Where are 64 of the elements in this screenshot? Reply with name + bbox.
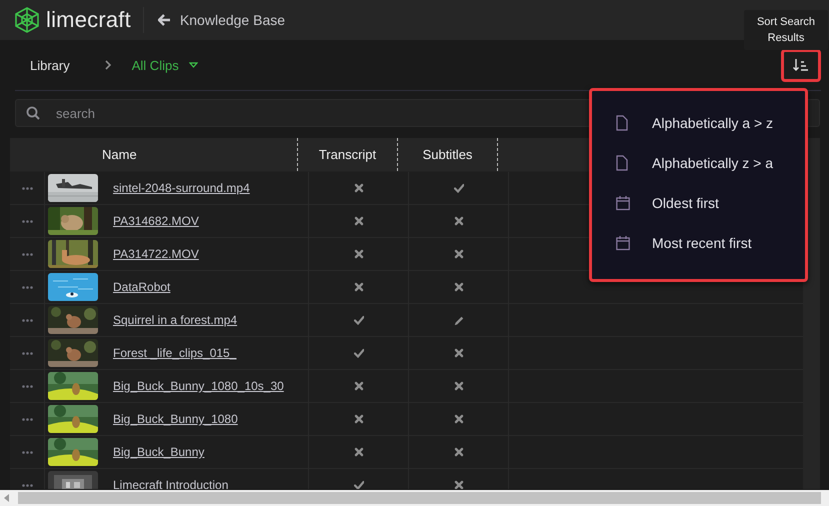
back-arrow-icon — [158, 14, 171, 26]
calendar-icon — [616, 195, 630, 211]
cross-icon — [454, 381, 464, 391]
horizontal-scrollbar[interactable] — [0, 490, 829, 506]
column-header[interactable]: Transcript — [297, 138, 397, 171]
clip-link[interactable]: Big_Buck_Bunny_1080 — [113, 412, 238, 426]
cross-icon — [354, 414, 364, 424]
clip-link[interactable]: Forest _life_clips_015_ — [113, 346, 236, 360]
clip-link[interactable]: DataRobot — [113, 280, 170, 294]
cross-icon — [454, 348, 464, 358]
clip-link[interactable]: Squirrel in a forest.mp4 — [113, 313, 238, 327]
check-icon — [354, 315, 364, 325]
scroll-left-icon[interactable] — [4, 494, 10, 502]
more-options-icon[interactable] — [22, 220, 32, 222]
pencil-icon — [454, 315, 464, 325]
more-options-icon[interactable] — [22, 418, 32, 420]
sort-icon — [793, 58, 809, 72]
calendar-icon — [616, 235, 630, 251]
caret-down-icon — [188, 62, 198, 68]
cross-icon — [354, 249, 364, 259]
more-options-icon[interactable] — [22, 318, 32, 322]
cross-icon — [354, 183, 364, 193]
more-options-icon[interactable] — [22, 352, 32, 354]
sort-option[interactable]: Oldest first — [592, 183, 805, 223]
sort-option[interactable]: Most recent first — [592, 223, 805, 263]
check-icon — [354, 480, 364, 489]
sort-button[interactable] — [781, 48, 821, 82]
clip-link[interactable]: Big_Buck_Bunny — [113, 445, 204, 459]
column-header[interactable]: Name — [102, 138, 297, 171]
cross-icon — [454, 216, 464, 226]
cross-icon — [454, 249, 464, 259]
file-icon — [616, 115, 630, 131]
cross-icon — [454, 480, 464, 489]
sort-option[interactable]: Alphabetically z > a — [592, 143, 805, 183]
more-options-icon[interactable] — [22, 450, 32, 454]
column-header[interactable]: Subtitles — [397, 138, 497, 171]
hexagon-logo-icon — [15, 7, 39, 33]
cross-icon — [354, 381, 364, 391]
clip-link[interactable]: Big_Buck_Bunny_1080_10s_30 — [113, 379, 284, 393]
clip-link[interactable]: Limecraft Introduction — [113, 478, 228, 489]
cross-icon — [354, 447, 364, 457]
breadcrumb-link[interactable]: Library — [30, 58, 70, 72]
cross-icon — [454, 282, 464, 292]
chevron-right-icon — [104, 60, 112, 70]
file-icon — [616, 155, 630, 171]
clip-link[interactable]: PA314722.MOV — [113, 247, 199, 261]
clip-link[interactable]: sintel-2048-surround.mp4 — [113, 181, 250, 195]
search-icon — [26, 106, 40, 120]
cross-icon — [454, 447, 464, 457]
collection-dropdown[interactable]: All Clips — [132, 58, 198, 72]
cross-icon — [454, 414, 464, 424]
more-options-icon[interactable] — [22, 286, 32, 288]
check-icon — [354, 348, 364, 358]
more-options-icon[interactable] — [22, 252, 32, 256]
more-options-icon[interactable] — [22, 186, 32, 190]
cross-icon — [354, 216, 364, 226]
more-options-icon[interactable] — [22, 384, 32, 388]
more-options-icon[interactable] — [22, 484, 32, 486]
tooltip: Sort Search Results — [744, 10, 828, 50]
cross-icon — [354, 282, 364, 292]
back-link[interactable]: Knowledge Base — [158, 12, 286, 28]
logo-wordmark: limecraft — [46, 7, 131, 33]
clip-link[interactable]: PA314682.MOV — [113, 214, 199, 228]
check-icon — [454, 183, 464, 193]
